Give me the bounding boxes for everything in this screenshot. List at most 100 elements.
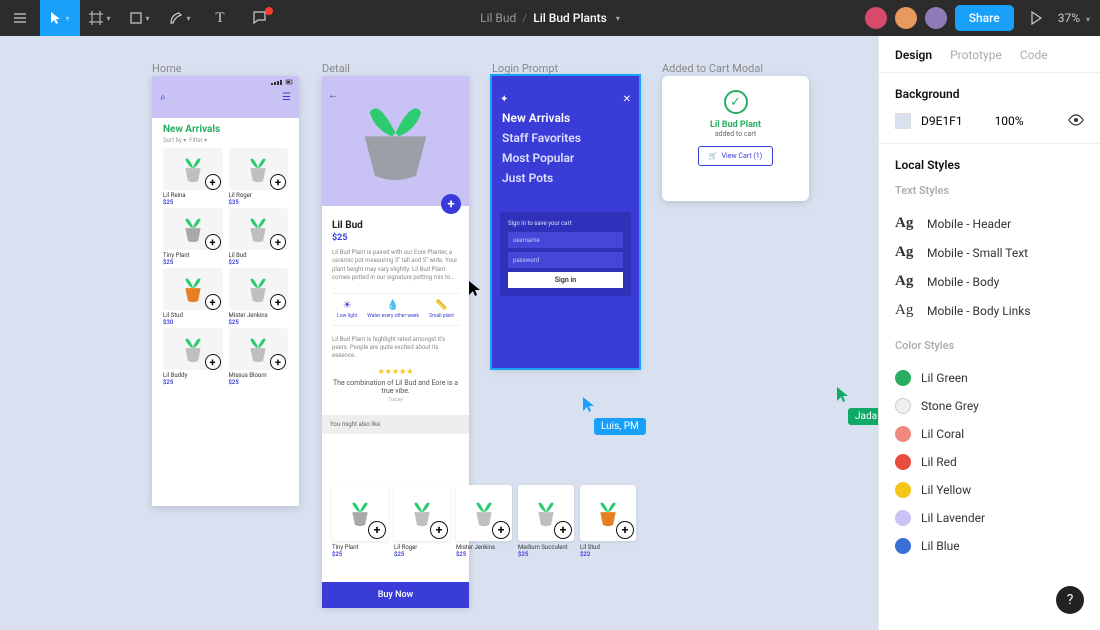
search-icon[interactable]: ⌕ [160, 92, 166, 103]
frame-tool[interactable]: ▾ [80, 0, 120, 36]
product-card[interactable]: +Lil Bud$25 [229, 208, 289, 266]
color-style-row[interactable]: Lil Yellow [895, 476, 1084, 504]
add-icon[interactable]: + [616, 521, 634, 539]
password-input[interactable]: password [508, 252, 623, 268]
product-price: $25 [229, 319, 289, 326]
cart-icon: 🛒 [709, 152, 718, 160]
comment-tool[interactable] [240, 0, 280, 36]
add-icon[interactable]: + [554, 521, 572, 539]
nav-most-popular[interactable]: Most Popular [502, 148, 629, 168]
product-price: $25 [229, 259, 289, 266]
product-card[interactable]: +Tiny Plant$25 [163, 208, 223, 266]
background-hex[interactable]: D9E1F1 [921, 114, 963, 128]
frame-home[interactable]: ⌕ ☰ New Arrivals Sort by ▾ Filter ▾ +Lil… [152, 76, 299, 506]
text-style-row[interactable]: AgMobile - Body [895, 267, 1084, 296]
add-icon[interactable]: + [270, 294, 286, 310]
add-icon[interactable]: + [205, 234, 221, 250]
related-product[interactable]: +Mister Jenkins$25 [456, 485, 512, 558]
add-icon[interactable]: + [205, 174, 221, 190]
color-style-row[interactable]: Lil Blue [895, 532, 1084, 560]
tab-design[interactable]: Design [895, 48, 932, 62]
color-style-row[interactable]: Stone Grey [895, 392, 1084, 420]
collaborator-avatar-2[interactable] [895, 7, 917, 29]
sign-in-button[interactable]: Sign in [508, 272, 623, 288]
collaborator-avatar-1[interactable] [865, 7, 887, 29]
related-product[interactable]: +Lil Roger$25 [394, 485, 450, 558]
close-icon[interactable]: ✕ [623, 94, 631, 105]
text-style-row[interactable]: AgMobile - Body Links [895, 296, 1084, 325]
document-title[interactable]: Lil Bud / Lil Bud Plants ▾ [480, 11, 620, 25]
color-style-row[interactable]: Lil Green [895, 364, 1084, 392]
add-icon[interactable]: + [205, 354, 221, 370]
product-card[interactable]: +Lil Buddy$25 [163, 328, 223, 386]
present-button[interactable] [1022, 11, 1050, 25]
frame-login[interactable]: ✦ ✕ New Arrivals Staff Favorites Most Po… [492, 76, 639, 368]
add-icon[interactable]: + [205, 294, 221, 310]
product-image: + [518, 485, 574, 541]
review-intro: Lil Bud Plant is highlight rated amongst… [332, 336, 459, 361]
filter-dropdown[interactable]: Filter ▾ [189, 137, 207, 144]
text-tool[interactable]: T [200, 0, 240, 36]
shape-tool[interactable]: ▾ [120, 0, 160, 36]
related-product[interactable]: +Tiny Plant$25 [332, 485, 388, 558]
zoom-level[interactable]: 37% ▾ [1058, 11, 1090, 25]
product-price: $25 [518, 551, 574, 558]
color-style-row[interactable]: Lil Red [895, 448, 1084, 476]
help-button[interactable]: ? [1056, 586, 1084, 614]
add-icon[interactable]: + [492, 521, 510, 539]
product-card[interactable]: +Lil Reina$25 [163, 148, 223, 206]
add-icon[interactable]: + [368, 521, 386, 539]
form-title: Sign in to save your cart [508, 220, 623, 227]
background-heading: Background [895, 87, 1084, 101]
frame-label-home[interactable]: Home [152, 62, 182, 75]
product-card[interactable]: +Missus Bloom$25 [229, 328, 289, 386]
username-input[interactable]: username [508, 232, 623, 248]
product-price: $25 [163, 259, 223, 266]
color-swatch [895, 510, 911, 526]
background-swatch[interactable] [895, 113, 911, 129]
background-opacity[interactable]: 100% [995, 114, 1024, 128]
product-name: Lil Roger [229, 192, 289, 199]
add-to-cart-fab[interactable]: + [441, 194, 461, 214]
add-icon[interactable]: + [270, 174, 286, 190]
tab-prototype[interactable]: Prototype [950, 48, 1002, 62]
product-card[interactable]: +Lil Stud$30 [163, 268, 223, 326]
frame-label-login[interactable]: Login Prompt [492, 62, 558, 75]
color-style-row[interactable]: Lil Coral [895, 420, 1084, 448]
nav-new-arrivals[interactable]: New Arrivals [502, 108, 629, 128]
visibility-toggle[interactable] [1068, 114, 1084, 129]
product-card[interactable]: +Lil Roger$35 [229, 148, 289, 206]
pen-tool[interactable]: ▾ [160, 0, 200, 36]
color-style-row[interactable]: Lil Lavender [895, 504, 1084, 532]
frame-label-detail[interactable]: Detail [322, 62, 350, 75]
color-swatch [895, 538, 911, 554]
product-name: Lil Buddy [163, 372, 223, 379]
related-product[interactable]: +Lil Stud$22 [580, 485, 636, 558]
view-cart-button[interactable]: 🛒 View Cart (1) [698, 146, 773, 166]
product-title: Lil Bud [332, 220, 459, 231]
product-name: Lil Stud [163, 312, 223, 319]
light-icon: ☀ [343, 300, 352, 311]
product-name: Medium Succulent [518, 544, 574, 551]
nav-just-pots[interactable]: Just Pots [502, 168, 629, 188]
share-button[interactable]: Share [955, 5, 1014, 31]
nav-staff-favorites[interactable]: Staff Favorites [502, 128, 629, 148]
back-arrow-icon[interactable]: ← [328, 90, 338, 101]
frame-cart-modal[interactable]: ✓ Lil Bud Plant added to cart 🛒 View Car… [662, 76, 809, 201]
buy-now-button[interactable]: Buy Now [322, 582, 469, 608]
frame-label-cart[interactable]: Added to Cart Modal [662, 62, 763, 75]
menu-icon[interactable]: ☰ [282, 92, 291, 103]
text-style-row[interactable]: AgMobile - Small Text [895, 238, 1084, 267]
sort-dropdown[interactable]: Sort by ▾ [163, 137, 186, 144]
tab-code[interactable]: Code [1020, 48, 1048, 62]
product-card[interactable]: +Mister Jenkins$25 [229, 268, 289, 326]
related-product[interactable]: + Medium Succulent$25 [518, 485, 574, 558]
add-icon[interactable]: + [430, 521, 448, 539]
collaborator-avatar-3[interactable] [925, 7, 947, 29]
add-icon[interactable]: + [270, 354, 286, 370]
add-icon[interactable]: + [270, 234, 286, 250]
review-quote: The combination of Lil Bud and Eore is a… [332, 379, 459, 395]
move-tool[interactable]: ▾ [40, 0, 80, 36]
hamburger-menu[interactable] [0, 0, 40, 36]
text-style-row[interactable]: AgMobile - Header [895, 209, 1084, 238]
